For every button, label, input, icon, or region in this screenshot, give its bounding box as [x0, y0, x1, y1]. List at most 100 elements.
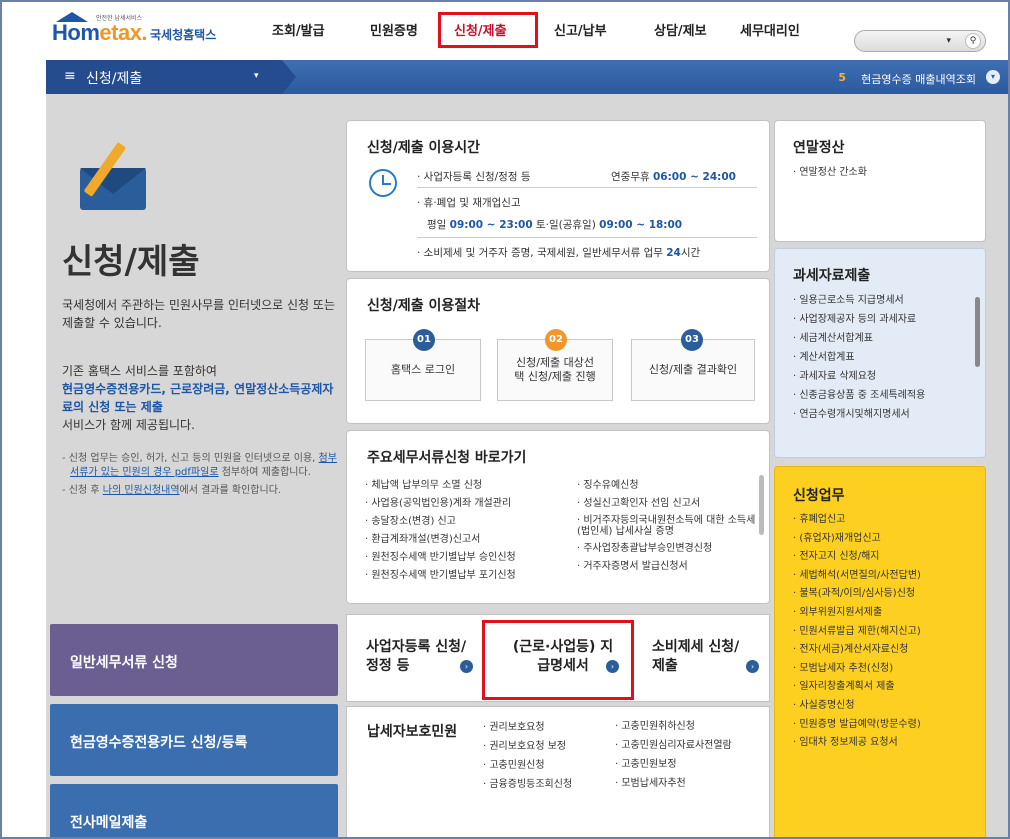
shortcuts-scrollbar[interactable]	[759, 475, 764, 535]
shortcut-link[interactable]: · 성실신고확인자 선임 신고서	[577, 497, 757, 510]
apply-link[interactable]: · 휴폐업신고	[793, 511, 921, 530]
search-dropdown-icon[interactable]: ▾	[946, 36, 951, 46]
protect-title: 납세자보호민원	[367, 724, 458, 740]
general-tax-docs-button[interactable]: 일반세무서류 신청	[50, 624, 338, 696]
menu-tax-agent[interactable]: 세무대리인	[740, 20, 800, 39]
protect-col1: · 권리보호요청 · 권리보호요청 보정 · 고충민원신청 · 금융증빙등조회신…	[483, 721, 603, 797]
shortcuts-title: 주요세무서류신청 바로가기	[367, 450, 527, 466]
hours-line-4: · 소비제세 및 거주자 증명, 국제세원, 일반세무서류 업무 24시간	[417, 247, 701, 259]
apply-link[interactable]: · 민원증명 발급예약(방문수령)	[793, 716, 921, 735]
breadcrumb[interactable]: ≡ 신청/제출 ▾	[46, 60, 296, 94]
my-apply-history-link[interactable]: 나의 민원신청내역	[103, 485, 180, 496]
menu-consult[interactable]: 상담/제보	[654, 20, 707, 39]
apply-link[interactable]: · 모범납세자 추천(신청)	[793, 660, 921, 679]
step-1-badge: 01	[413, 329, 435, 351]
shortcut-link[interactable]: · 거주자증명서 발급신청서	[577, 560, 757, 573]
taxdata-list: · 일용근로소득 지급명세서 · 사업장제공자 등의 과세자료 · 세금계산서합…	[793, 291, 925, 424]
taxdata-link[interactable]: · 일용근로소득 지급명세서	[793, 291, 925, 310]
protect-link[interactable]: · 모범납세자추천	[615, 778, 755, 789]
taxdata-panel: 과세자료제출 · 일용근로소득 지급명세서 · 사업장제공자 등의 과세자료 ·…	[774, 248, 986, 458]
highlight-box-menu	[438, 12, 538, 48]
shortcuts-left-list: · 체납액 납부의무 소멸 신청 · 사업용(공익법인용)계좌 개설관리 · 송…	[365, 479, 565, 587]
ticker-link[interactable]: 현금영수증 매출내역조회	[861, 71, 976, 87]
apply-link[interactable]: · 사실증명신청	[793, 697, 921, 716]
search-icon[interactable]: ⚲	[965, 33, 981, 49]
menu-report-pay[interactable]: 신고/납부	[554, 20, 607, 39]
hometax-logo[interactable]: 안전한 납세서비스 Hometax. 국세청홈택스	[52, 12, 232, 48]
shortcut-link[interactable]: · 주사업장총괄납부승인변경신청	[577, 542, 757, 555]
hours-line-3: 평일 09:00 ~ 23:00 토·일(공휴일) 09:00 ~ 18:00	[427, 219, 683, 231]
hours-panel: 신청/제출 이용시간 · 사업자등록 신청/정정 등 연중무휴 06:00 ~ …	[346, 120, 770, 272]
shortcut-link[interactable]: · 비거주자등의국내원천소득에 대한 소득세(법인세) 납세사실 증명	[577, 515, 757, 537]
hours-line-1-time: 연중무휴 06:00 ~ 24:00	[611, 171, 736, 183]
step-3-badge: 03	[681, 329, 703, 351]
note-1: - 신청 업무는 승인, 허가, 신고 등의 민원을 인터넷으로 이용, 첨부서…	[62, 453, 337, 478]
protect-panel: 납세자보호민원 · 권리보호요청 · 권리보호요청 보정 · 고충민원신청 · …	[346, 706, 770, 837]
hours-title: 신청/제출 이용시간	[367, 140, 481, 156]
hero-description-2: 기존 홈택스 서비스를 포함하여 현금영수증전용카드, 근로장려금, 연말정산소…	[62, 364, 334, 432]
apply-link[interactable]: · 전자고지 신청/해지	[793, 548, 921, 567]
menu-certificate[interactable]: 민원증명	[370, 20, 418, 39]
yearend-panel: 연말정산 · 연말정산 간소화	[774, 120, 986, 242]
top-nav: 안전한 납세서비스 Hometax. 국세청홈택스 조회/발급 민원증명 신청/…	[2, 2, 1008, 56]
step-2-badge: 02	[545, 329, 567, 351]
third-left-button[interactable]: 전사메일제출	[50, 784, 338, 837]
clock-icon	[369, 169, 397, 197]
hamburger-icon[interactable]: ≡	[64, 68, 76, 84]
logo-name: 국세청홈택스	[150, 28, 217, 42]
shortcuts-right-list: · 징수유예신청 · 성실신고확인자 선임 신고서 · 비거주자등의국내원천소득…	[577, 479, 757, 578]
apply-panel: 신청업무 · 휴폐업신고 · (휴업자)재개업신고 · 전자고지 신청/해지 ·…	[774, 466, 986, 837]
taxdata-scrollbar[interactable]	[975, 297, 980, 367]
protect-link[interactable]: · 고충민원보정	[615, 759, 755, 770]
taxdata-link[interactable]: · 신종금융상품 중 조세특례적용	[793, 386, 925, 405]
cash-receipt-card-button[interactable]: 현금영수증전용카드 신청/등록	[50, 704, 338, 776]
hero-section: 신청/제출 국세청에서 주관하는 민원사무를 인터넷으로 신청 또는 제출할 수…	[46, 94, 342, 614]
menu-inquiry[interactable]: 조회/발급	[272, 20, 325, 39]
apply-link[interactable]: · 임대차 정보제공 요청서	[793, 734, 921, 753]
protect-link[interactable]: · 금융증빙등조회신청	[483, 778, 603, 792]
shortcut-link[interactable]: · 송달장소(변경) 신고	[365, 515, 565, 528]
search-box[interactable]: ▾ ⚲	[854, 30, 986, 52]
chevron-down-icon[interactable]: ▾	[254, 71, 259, 81]
ticker-toggle-icon[interactable]: ▾	[986, 70, 1000, 84]
go-arrow-icon[interactable]: ›	[460, 660, 473, 673]
apply-link[interactable]: · 외부위원지원서제출	[793, 604, 921, 623]
taxdata-link[interactable]: · 세금계산서합계표	[793, 329, 925, 348]
apply-link[interactable]: · 전자(세금)계산서자료신청	[793, 641, 921, 660]
yearend-link[interactable]: · 연말정산 간소화	[793, 163, 867, 182]
breadcrumb-label: 신청/제출	[86, 71, 143, 87]
protect-link[interactable]: · 고충민원심리자료사전열람	[615, 740, 755, 751]
apply-link[interactable]: · (휴업자)재개업신고	[793, 530, 921, 549]
hero-title: 신청/제출	[62, 242, 200, 282]
business-registration-button[interactable]: 사업자등록 신청/정정 등	[366, 638, 476, 676]
taxdata-link[interactable]: · 계산서합계표	[793, 348, 925, 367]
shortcut-link[interactable]: · 원천징수세액 반기별납부 포기신청	[365, 569, 565, 582]
protect-link[interactable]: · 고충민원취하신청	[615, 721, 755, 732]
protect-link[interactable]: · 권리보호요청 보정	[483, 740, 603, 754]
hero-notes: - 신청 업무는 승인, 허가, 신고 등의 민원을 인터넷으로 이용, 첨부서…	[62, 452, 342, 502]
hours-line-2: · 휴·폐업 및 재개업신고	[417, 197, 521, 209]
apply-link[interactable]: · 민원서류발급 제한(해지신고)	[793, 623, 921, 642]
consumption-tax-button[interactable]: 소비제세 신청/제출	[652, 638, 742, 676]
protect-link[interactable]: · 권리보호요청	[483, 721, 603, 735]
logo-brand: Hometax.	[52, 20, 148, 45]
shortcut-link[interactable]: · 체납액 납부의무 소멸 신청	[365, 479, 565, 492]
note-2: - 신청 후 나의 민원신청내역에서 결과를 확인합니다.	[62, 485, 282, 496]
apply-link[interactable]: · 불복(과적/이의/심사등)신청	[793, 585, 921, 604]
hours-line-1: · 사업자등록 신청/정정 등	[417, 171, 531, 183]
taxdata-link[interactable]: · 사업장제공자 등의 과세자료	[793, 310, 925, 329]
main-area: 신청/제출 국세청에서 주관하는 민원사무를 인터넷으로 신청 또는 제출할 수…	[46, 94, 1008, 837]
apply-link[interactable]: · 세법해석(서면질의/사전답변)	[793, 567, 921, 586]
taxdata-link[interactable]: · 과세자료 삭제요청	[793, 367, 925, 386]
hero-description: 국세청에서 주관하는 민원사무를 인터넷으로 신청 또는 제출할 수 있습니다.	[62, 298, 335, 330]
shortcut-link[interactable]: · 환급계좌개설(변경)신고서	[365, 533, 565, 546]
apply-link[interactable]: · 일자리창출계획서 제출	[793, 678, 921, 697]
protect-link[interactable]: · 고충민원신청	[483, 759, 603, 773]
shortcuts-panel: 주요세무서류신청 바로가기 · 체납액 납부의무 소멸 신청 · 사업용(공익법…	[346, 430, 770, 604]
envelope-pencil-icon	[80, 142, 150, 214]
shortcut-link[interactable]: · 사업용(공익법인용)계좌 개설관리	[365, 497, 565, 510]
shortcut-link[interactable]: · 징수유예신청	[577, 479, 757, 492]
shortcut-link[interactable]: · 원천징수세액 반기별납부 승인신청	[365, 551, 565, 564]
go-arrow-icon[interactable]: ›	[746, 660, 759, 673]
taxdata-link[interactable]: · 연금수령개시및해지명세서	[793, 405, 925, 424]
